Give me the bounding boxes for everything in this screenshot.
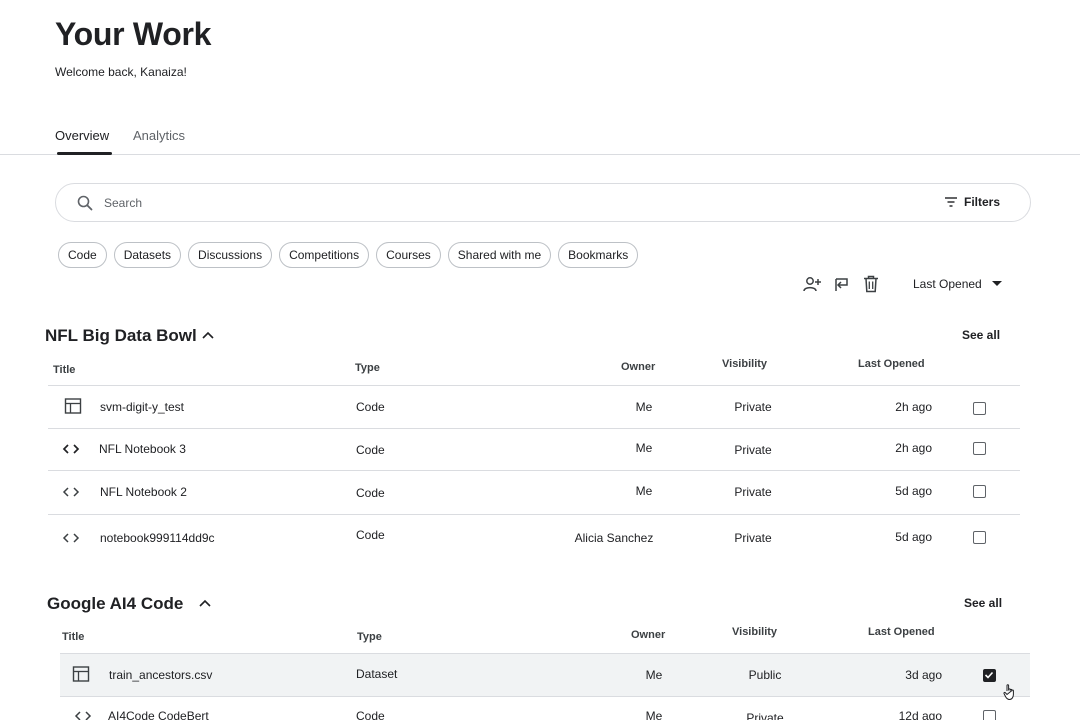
- search-bar: Filters: [55, 183, 1031, 222]
- row-last-opened: 5d ago: [895, 530, 932, 544]
- row-checkbox[interactable]: [983, 710, 996, 720]
- code-icon: [62, 533, 80, 543]
- table-row[interactable]: svm-digit-y_test Code Me Private 2h ago: [48, 386, 1020, 429]
- row-checkbox[interactable]: [973, 402, 986, 415]
- page-title: Your Work: [55, 16, 212, 52]
- chevron-up-icon[interactable]: [198, 596, 212, 610]
- checkmark-icon: [984, 671, 994, 679]
- row-type: Code: [356, 709, 385, 720]
- row-title[interactable]: NFL Notebook 2: [100, 485, 187, 499]
- filter-chips: Code Datasets Discussions Competitions C…: [58, 242, 639, 268]
- chip-bookmarks[interactable]: Bookmarks: [558, 242, 639, 268]
- active-tab-indicator: [57, 152, 112, 155]
- row-owner: Me: [645, 668, 663, 682]
- caret-down-icon: [991, 281, 1002, 286]
- row-visibility: Private: [734, 400, 772, 414]
- sort-label: Last Opened: [913, 277, 982, 291]
- column-header-owner[interactable]: Owner: [621, 361, 655, 373]
- chip-competitions[interactable]: Competitions: [279, 242, 370, 268]
- table-icon: [64, 398, 82, 414]
- row-checkbox[interactable]: [973, 442, 986, 455]
- code-icon: [62, 444, 80, 454]
- section-title: Google AI4 Code: [47, 594, 184, 613]
- table-row[interactable]: NFL Notebook 3 Code Me Private 2h ago: [48, 429, 1020, 471]
- see-all-link[interactable]: See all: [964, 596, 1002, 610]
- search-icon: [77, 195, 93, 211]
- chip-courses[interactable]: Courses: [376, 242, 441, 268]
- filters-button[interactable]: Filters: [944, 195, 1000, 209]
- chip-shared-with-me[interactable]: Shared with me: [447, 242, 552, 268]
- row-visibility: Private: [734, 443, 772, 457]
- row-visibility: Private: [734, 531, 772, 545]
- column-header-type[interactable]: Type: [357, 631, 382, 643]
- row-visibility: Private: [734, 485, 772, 499]
- row-type: Code: [356, 443, 385, 457]
- row-title[interactable]: NFL Notebook 3: [99, 442, 186, 456]
- row-visibility: Public: [748, 668, 782, 682]
- welcome-message: Welcome back, Kanaiza!: [55, 65, 187, 79]
- sort-dropdown[interactable]: Last Opened: [913, 277, 1002, 291]
- column-header-visibility[interactable]: Visibility: [732, 626, 777, 638]
- row-type: Dataset: [356, 667, 398, 681]
- add-person-icon[interactable]: [802, 274, 822, 294]
- row-type: Code: [356, 486, 385, 500]
- row-checkbox[interactable]: [973, 485, 986, 498]
- search-input[interactable]: [104, 193, 804, 213]
- row-title[interactable]: train_ancestors.csv: [109, 668, 212, 682]
- tab-bar: Overview Analytics: [0, 120, 1080, 155]
- code-icon: [74, 711, 92, 720]
- section-title: NFL Big Data Bowl: [45, 326, 197, 345]
- row-owner: Alicia Sanchez: [574, 531, 654, 545]
- table-icon: [72, 666, 90, 682]
- row-last-opened: 12d ago: [898, 709, 942, 720]
- row-owner: Me: [645, 709, 663, 720]
- row-title[interactable]: svm-digit-y_test: [100, 400, 184, 414]
- trash-icon[interactable]: [861, 274, 881, 294]
- column-header-visibility[interactable]: Visibility: [722, 358, 767, 370]
- row-last-opened: 2h ago: [895, 441, 932, 455]
- tab-overview[interactable]: Overview: [55, 128, 109, 143]
- chip-code[interactable]: Code: [58, 242, 107, 268]
- column-header-owner[interactable]: Owner: [631, 629, 665, 641]
- row-last-opened: 2h ago: [895, 400, 932, 414]
- row-type: Code: [356, 400, 385, 414]
- row-owner: Me: [635, 400, 653, 414]
- row-last-opened: 5d ago: [895, 484, 932, 498]
- filters-label: Filters: [963, 195, 1000, 209]
- see-all-link[interactable]: See all: [962, 328, 1000, 342]
- table-row[interactable]: NFL Notebook 2 Code Me Private 5d ago: [48, 471, 1020, 515]
- row-last-opened: 3d ago: [905, 668, 942, 682]
- row-title[interactable]: AI4Code CodeBert: [108, 709, 209, 720]
- row-checkbox[interactable]: [973, 531, 986, 544]
- table-row[interactable]: AI4Code CodeBert Code Me Private 12d ago: [60, 697, 1030, 720]
- tab-analytics[interactable]: Analytics: [133, 128, 185, 143]
- code-icon: [62, 487, 80, 497]
- column-header-type[interactable]: Type: [355, 362, 380, 374]
- column-header-last-opened[interactable]: Last Opened: [868, 626, 935, 638]
- share-icon[interactable]: [832, 274, 852, 294]
- chip-datasets[interactable]: Datasets: [113, 242, 182, 268]
- row-title[interactable]: notebook999114dd9c: [100, 531, 215, 545]
- column-header-title[interactable]: Title: [53, 364, 75, 376]
- filter-icon: [944, 197, 957, 207]
- column-header-title[interactable]: Title: [62, 631, 84, 643]
- row-visibility: Private: [746, 711, 784, 720]
- hand-cursor-icon: [1003, 684, 1014, 701]
- table-row[interactable]: notebook999114dd9c Code Alicia Sanchez P…: [48, 515, 1020, 560]
- chevron-up-icon[interactable]: [201, 328, 215, 342]
- column-header-last-opened[interactable]: Last Opened: [858, 358, 925, 370]
- table-row[interactable]: train_ancestors.csv Dataset Me Public 3d…: [60, 654, 1030, 697]
- row-owner: Me: [635, 441, 653, 455]
- row-type: Code: [356, 528, 385, 542]
- chip-discussions[interactable]: Discussions: [188, 242, 273, 268]
- row-owner: Me: [635, 484, 653, 498]
- row-checkbox[interactable]: [983, 669, 996, 682]
